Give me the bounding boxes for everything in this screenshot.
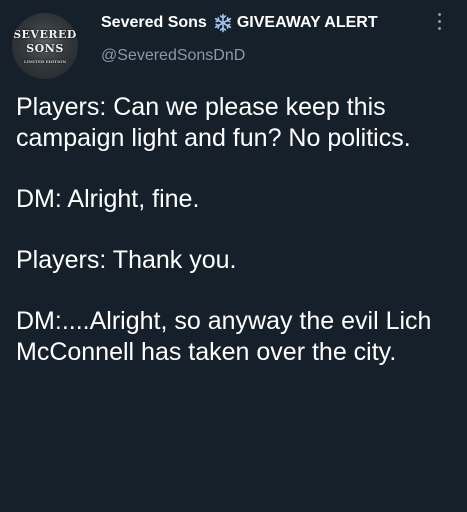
avatar-logo-line3: LIMITED EDITION: [23, 59, 67, 64]
more-options-icon[interactable]: [435, 13, 443, 35]
avatar-logo-line2: SONS: [26, 42, 64, 55]
tweet: SEVERED SONS LIMITED EDITION Severed Son…: [0, 0, 467, 512]
snowflake-icon: [213, 13, 233, 33]
tweet-header: Severed Sons GIVEAWAY ALERT @SeveredSons…: [101, 12, 427, 67]
tweet-text: Players: Can we please keep this campaig…: [16, 92, 456, 398]
tweet-paragraph: DM:....Alright, so anyway the evil Lich …: [16, 307, 432, 366]
author-handle[interactable]: @SeveredSonsDnD: [101, 45, 427, 67]
author-name-suffix[interactable]: GIVEAWAY ALERT: [237, 12, 378, 34]
avatar-logo-line1: SEVERED: [13, 28, 77, 41]
tweet-paragraph: DM: Alright, fine.: [16, 185, 200, 213]
tweet-paragraph: Players: Thank you.: [16, 246, 237, 274]
author-display-name[interactable]: Severed Sons: [101, 12, 207, 34]
author-name-row[interactable]: Severed Sons GIVEAWAY ALERT: [101, 12, 427, 34]
avatar[interactable]: SEVERED SONS LIMITED EDITION: [12, 13, 78, 79]
tweet-paragraph: Players: Can we please keep this campaig…: [16, 93, 411, 152]
